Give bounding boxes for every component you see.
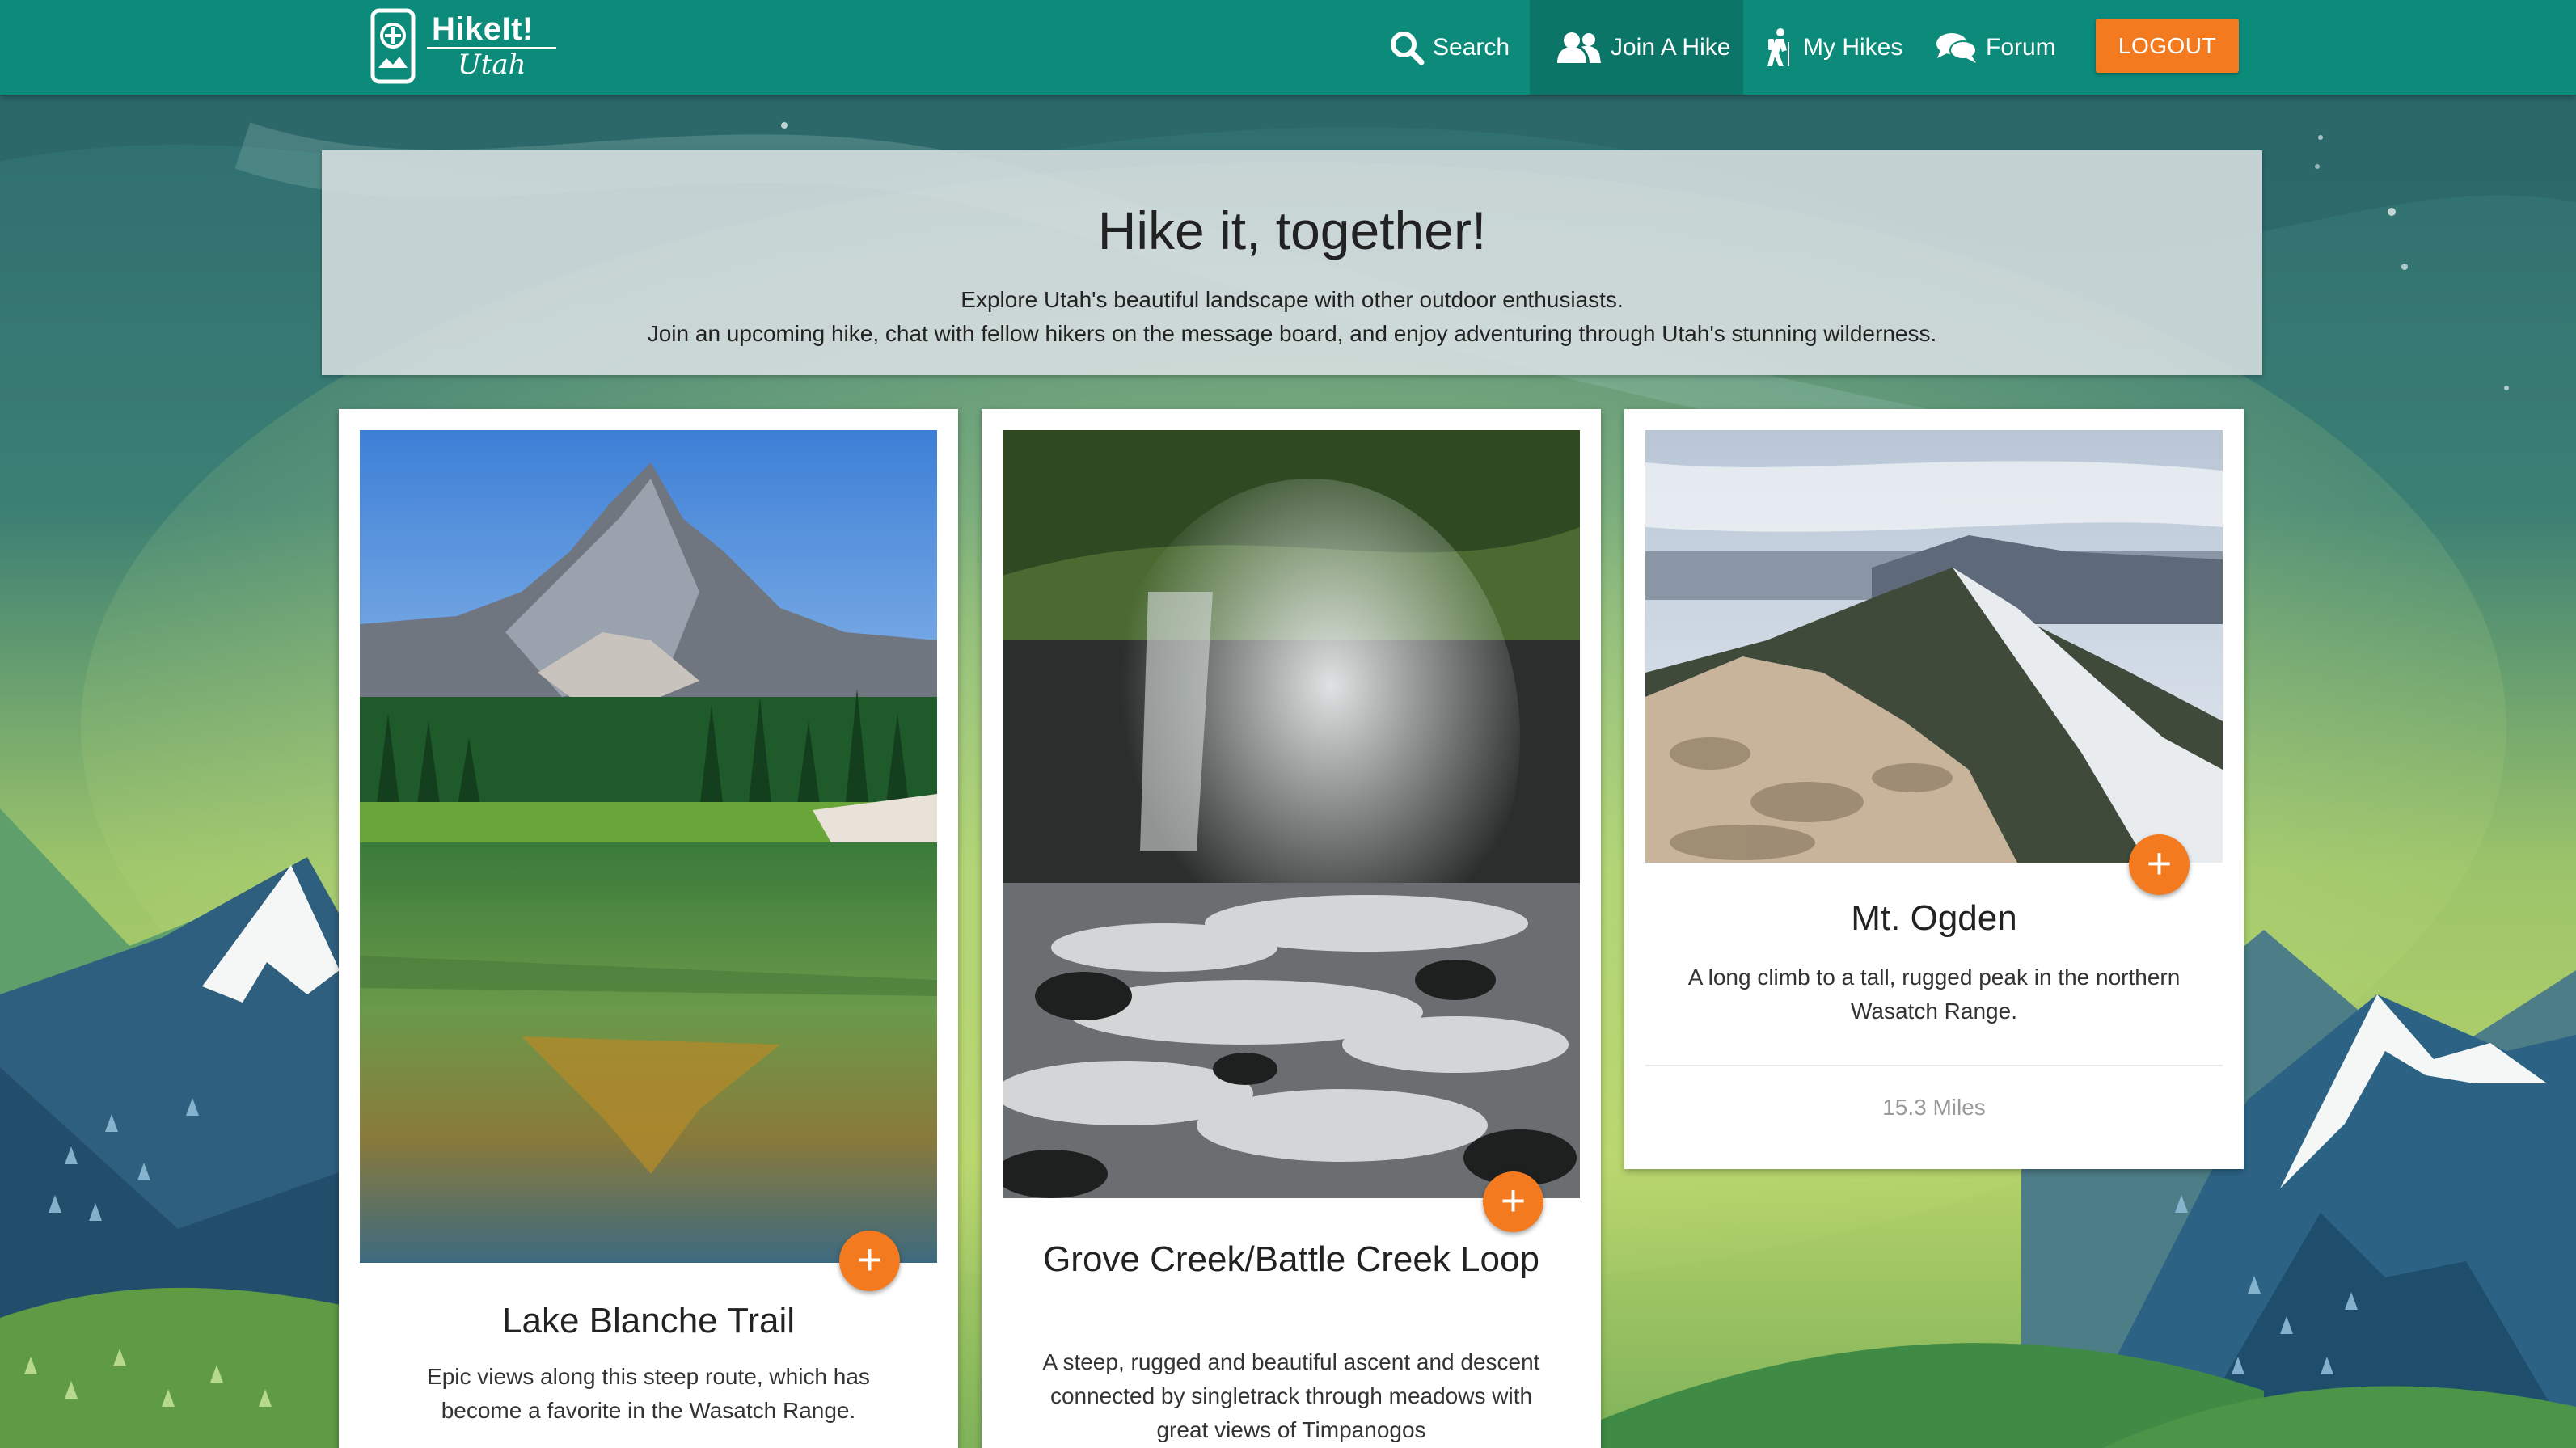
nav-forum[interactable]: Forum — [1936, 0, 2056, 95]
hero-banner: Hike it, together! Explore Utah's beauti… — [322, 150, 2262, 375]
add-hike-button[interactable]: + — [1483, 1171, 1543, 1232]
hike-photo-mt-ogden — [1645, 430, 2223, 863]
nav-search-label: Search — [1433, 33, 1510, 61]
hiker-icon — [1767, 27, 1789, 66]
hike-description: A long climb to a tall, rugged peak in t… — [1687, 965, 2181, 1024]
search-icon — [1391, 31, 1425, 65]
plus-icon: + — [2146, 839, 2173, 888]
nav-forum-label: Forum — [1986, 33, 2056, 61]
nav-join-a-hike[interactable]: Join A Hike — [1530, 0, 1743, 95]
nav-my-hikes[interactable]: My Hikes — [1764, 0, 1902, 95]
hike-photo-lake-blanche — [360, 430, 937, 1263]
nav-search[interactable]: Search — [1389, 0, 1510, 95]
plus-icon: + — [1500, 1176, 1527, 1225]
nav-my-hikes-label: My Hikes — [1803, 33, 1903, 61]
hike-description: A steep, rugged and beautiful ascent and… — [1042, 1349, 1540, 1442]
logo-text: HikeIt! — [432, 11, 534, 47]
logout-button[interactable]: LOGOUT — [2096, 19, 2239, 73]
hike-description: Epic views along this steep route, which… — [427, 1364, 870, 1423]
hike-photo-grove-creek — [1003, 430, 1580, 1198]
hike-card-grove-creek[interactable]: + Grove Creek/Battle Creek Loop A steep,… — [982, 409, 1601, 1448]
hero-description-2: Join an upcoming hike, chat with fellow … — [647, 321, 1937, 346]
card-divider — [1645, 1065, 2223, 1066]
hike-card-mt-ogden[interactable]: + Mt. Ogden A long climb to a tall, rugg… — [1624, 409, 2244, 1169]
hike-title: Mt. Ogden — [1851, 898, 2017, 938]
add-hike-button[interactable]: + — [2129, 834, 2190, 895]
hike-card-lake-blanche[interactable]: + Lake Blanche Trail Epic views along th… — [339, 409, 958, 1448]
hero-description-1: Explore Utah's beautiful landscape with … — [961, 287, 1624, 312]
users-icon — [1557, 32, 1601, 63]
hike-title: Lake Blanche Trail — [502, 1301, 795, 1340]
hike-title: Grove Creek/Battle Creek Loop — [1043, 1239, 1539, 1279]
hike-distance: 15.3 Miles — [1882, 1095, 1986, 1120]
top-navbar: HikeIt! Utah Search Join A Hike My Hikes — [0, 0, 2576, 95]
nav-join-label: Join A Hike — [1611, 33, 1731, 61]
app-logo[interactable]: HikeIt! Utah — [370, 6, 564, 87]
logo-subtext: Utah — [458, 49, 526, 81]
comments-icon — [1936, 32, 1977, 63]
plus-icon: + — [856, 1235, 883, 1284]
phone-map-icon — [370, 8, 416, 84]
hero-title: Hike it, together! — [1097, 201, 1487, 260]
add-hike-button[interactable]: + — [839, 1231, 900, 1291]
